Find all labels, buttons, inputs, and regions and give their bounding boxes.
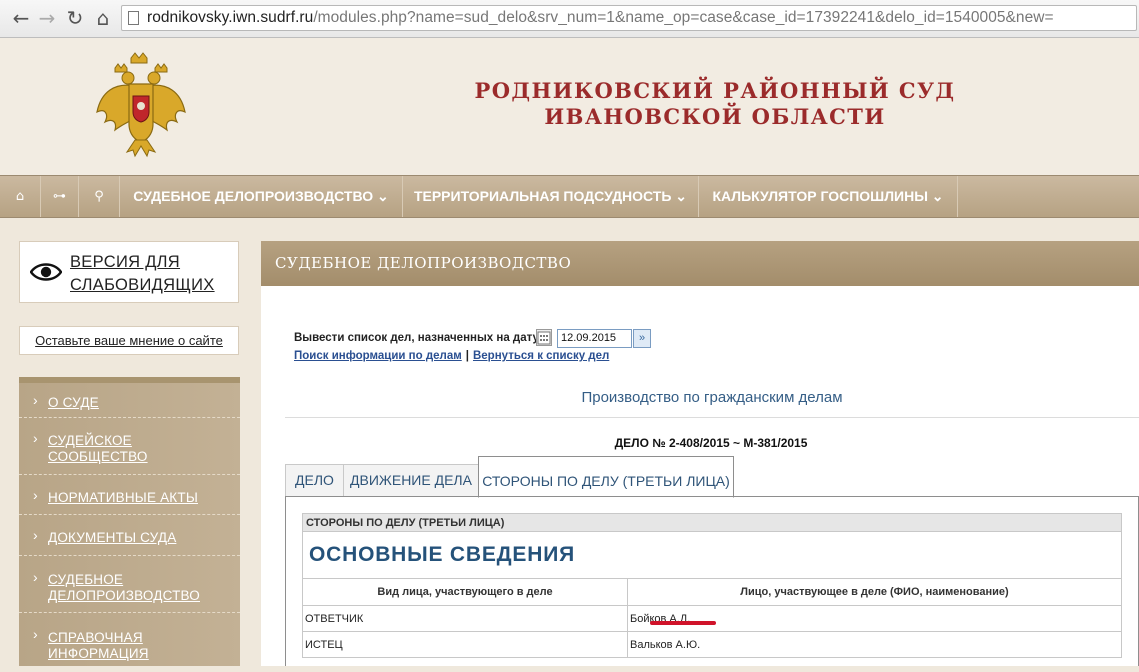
sidebar-item-normative-acts[interactable]: › НОРМАТИВНЫЕ АКТЫ: [19, 475, 240, 515]
case-number: ДЕЛО № 2-408/2015 ~ М-381/2015: [614, 436, 808, 450]
chevron-right-icon: ›: [33, 626, 38, 642]
table-row: ИСТЕЦ Вальков А.Ю.: [302, 631, 1122, 658]
sidebar-item-about[interactable]: › О СУДЕ: [19, 383, 240, 418]
main-menu: ⌂ ⊶ ⚲ СУДЕБНОЕ ДЕЛОПРОИЗВОДСТВО ⌄ ТЕРРИТ…: [0, 175, 1139, 218]
table-heading: ОСНОВНЫЕ СВЕДЕНИЯ: [302, 531, 1122, 579]
sidebar-menu: › О СУДЕ › СУДЕЙСКОЕ СООБЩЕСТВО › НОРМАТИ…: [19, 377, 240, 666]
calendar-icon[interactable]: [536, 329, 552, 346]
case-links: Поиск информации по делам | Вернуться к сп…: [294, 350, 609, 362]
address-bar[interactable]: rodnikovsky.iwn.sudrf.ru/modules.php?nam…: [121, 5, 1137, 31]
back-arrow-icon[interactable]: ←: [8, 5, 34, 31]
sitemap-menu-icon[interactable]: ⊶: [41, 176, 79, 217]
menu-item-fee-calculator[interactable]: КАЛЬКУЛЯТОР ГОСПОШЛИНЫ ⌄: [699, 176, 958, 217]
party-name-cell: Вальков А.Ю.: [627, 631, 1122, 658]
table-caption: СТОРОНЫ ПО ДЕЛУ (ТРЕТЬИ ЛИЦА): [302, 513, 1122, 532]
url-text[interactable]: rodnikovsky.iwn.sudrf.ru/modules.php?nam…: [147, 8, 1054, 28]
chevron-right-icon: ›: [33, 392, 38, 408]
column-header-party-name: Лицо, участвующее в деле (ФИО, наименова…: [627, 578, 1122, 606]
eye-icon: [30, 263, 62, 281]
tab-parties[interactable]: СТОРОНЫ ПО ДЕЛУ (ТРЕТЬИ ЛИЦА): [478, 456, 734, 498]
court-title: РОДНИКОВСКИЙ РАЙОННЫЙ СУД ИВАНОВСКОЙ ОБЛ…: [440, 78, 990, 130]
back-to-list-link[interactable]: Вернуться к списку дел: [473, 350, 609, 362]
accessibility-version-button[interactable]: ВЕРСИЯ ДЛЯ СЛАБОВИДЯЩИХ: [19, 241, 239, 303]
submit-date-button[interactable]: »: [633, 329, 651, 348]
court-title-line2: ИВАНОВСКОЙ ОБЛАСТИ: [544, 104, 886, 129]
tab-case[interactable]: ДЕЛО: [285, 464, 344, 497]
party-name-cell: Бойков А.Д.: [627, 605, 1122, 632]
sidebar-item-reference-info[interactable]: › СПРАВОЧНАЯ ИНФОРМАЦИЯ: [19, 613, 240, 672]
menu-item-court-proceedings[interactable]: СУДЕБНОЕ ДЕЛОПРОИЗВОДСТВО ⌄: [120, 176, 403, 217]
chevron-right-icon: ›: [33, 527, 38, 543]
reload-icon[interactable]: ↻: [62, 5, 88, 31]
main-content: СУДЕБНОЕ ДЕЛОПРОИЗВОДСТВО Вывести список…: [261, 241, 1139, 666]
parties-table: СТОРОНЫ ПО ДЕЛУ (ТРЕТЬИ ЛИЦА) ОСНОВНЫЕ С…: [302, 513, 1122, 658]
home-menu-icon[interactable]: ⌂: [0, 176, 41, 217]
home-icon[interactable]: ⌂: [90, 5, 116, 31]
feedback-link[interactable]: Оставьте ваше мнение о сайте: [19, 326, 239, 355]
red-annotation-underline: [650, 621, 716, 625]
date-filter-label: Вывести список дел, назначенных на дату: [294, 332, 539, 344]
court-title-line1: РОДНИКОВСКИЙ РАЙОННЫЙ СУД: [474, 78, 956, 103]
date-input[interactable]: 12.09.2015: [557, 329, 632, 348]
page-icon: [128, 11, 139, 25]
calendar-grid-icon: [537, 331, 551, 345]
chevron-right-icon: ›: [33, 487, 38, 503]
column-header-party-type: Вид лица, участвующего в деле: [302, 578, 628, 606]
sidebar-item-court-proceedings[interactable]: › СУДЕБНОЕ ДЕЛОПРОИЗВОДСТВО: [19, 556, 240, 613]
sidebar-item-judicial-community[interactable]: › СУДЕЙСКОЕ СООБЩЕСТВО: [19, 418, 240, 475]
sidebar-item-court-documents[interactable]: › ДОКУМЕНТЫ СУДА: [19, 515, 240, 556]
tab-panel-parties: СТОРОНЫ ПО ДЕЛУ (ТРЕТЬИ ЛИЦА) ОСНОВНЫЕ С…: [285, 496, 1139, 666]
browser-toolbar: ← → ↻ ⌂ rodnikovsky.iwn.sudrf.ru/modules…: [0, 0, 1139, 38]
party-type-cell: ОТВЕТЧИК: [302, 605, 628, 632]
accessibility-label[interactable]: ВЕРСИЯ ДЛЯ СЛАБОВИДЯЩИХ: [70, 251, 215, 297]
party-type-cell: ИСТЕЦ: [302, 631, 628, 658]
section-title: Производство по гражданским делам: [285, 383, 1139, 418]
tab-case-movement[interactable]: ДВИЖЕНИЕ ДЕЛА: [343, 464, 479, 497]
menu-item-territorial-jurisdiction[interactable]: ТЕРРИТОРИАЛЬНАЯ ПОДСУДНОСТЬ ⌄: [403, 176, 699, 217]
content-header: СУДЕБНОЕ ДЕЛОПРОИЗВОДСТВО: [261, 241, 1139, 286]
forward-arrow-icon[interactable]: →: [34, 5, 60, 31]
chevron-right-icon: ›: [33, 430, 38, 446]
search-menu-icon[interactable]: ⚲: [79, 176, 120, 217]
coat-of-arms-icon: [96, 52, 186, 158]
site-header: РОДНИКОВСКИЙ РАЙОННЫЙ СУД ИВАНОВСКОЙ ОБЛ…: [0, 38, 1139, 175]
chevron-right-icon: ›: [33, 569, 38, 585]
table-row: ОТВЕТЧИК Бойков А.Д.: [302, 605, 1122, 632]
search-cases-link[interactable]: Поиск информации по делам: [294, 350, 462, 362]
link-separator: |: [465, 350, 469, 362]
